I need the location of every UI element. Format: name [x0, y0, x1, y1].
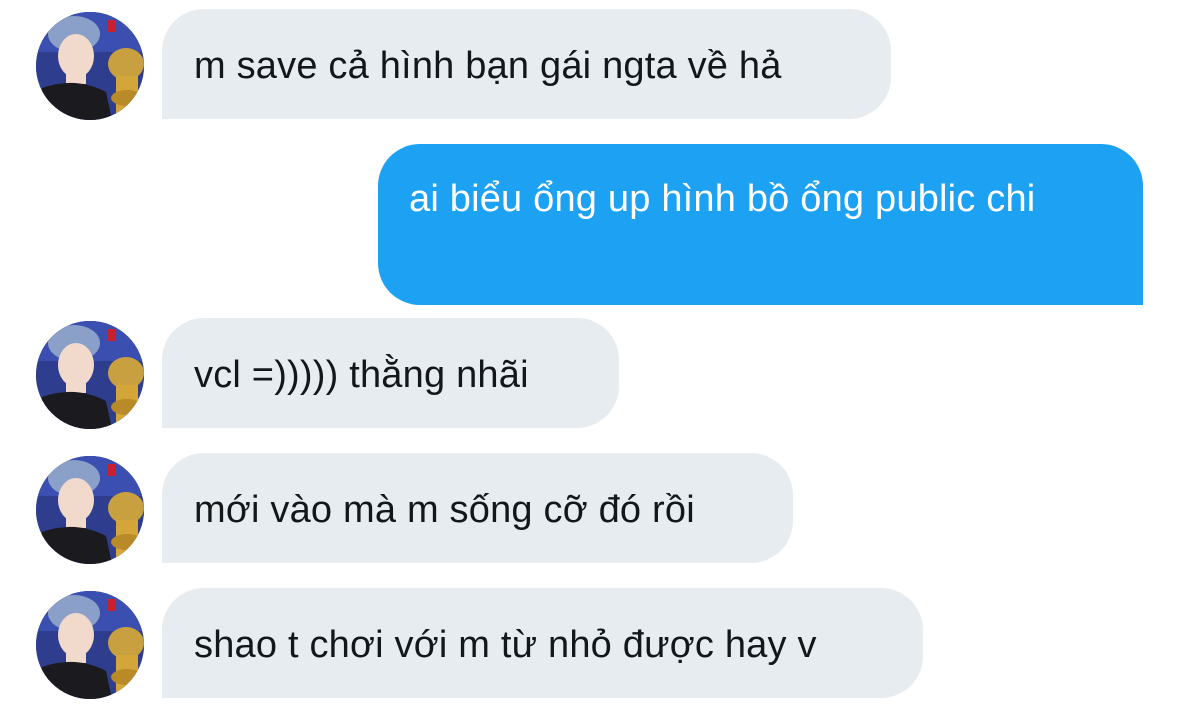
message-bubble[interactable]: mới vào mà m sống cỡ đó rồi [162, 453, 793, 563]
message-bubble[interactable]: vcl =))))) thằng nhãi [162, 318, 619, 428]
user-avatar-icon [36, 321, 144, 429]
message-bubble[interactable]: shao t chơi với m từ nhỏ được hay v [162, 588, 923, 698]
user-avatar-icon [36, 591, 144, 699]
user-avatar-icon [36, 456, 144, 564]
message-bubble[interactable]: m save cả hình bạn gái ngta về hả [162, 9, 891, 119]
avatar[interactable] [36, 456, 144, 564]
message-bubble[interactable]: ai biểu ổng up hình bồ ổng public chi [378, 144, 1143, 305]
user-avatar-icon [36, 12, 144, 120]
avatar[interactable] [36, 321, 144, 429]
avatar[interactable] [36, 12, 144, 120]
avatar[interactable] [36, 591, 144, 699]
